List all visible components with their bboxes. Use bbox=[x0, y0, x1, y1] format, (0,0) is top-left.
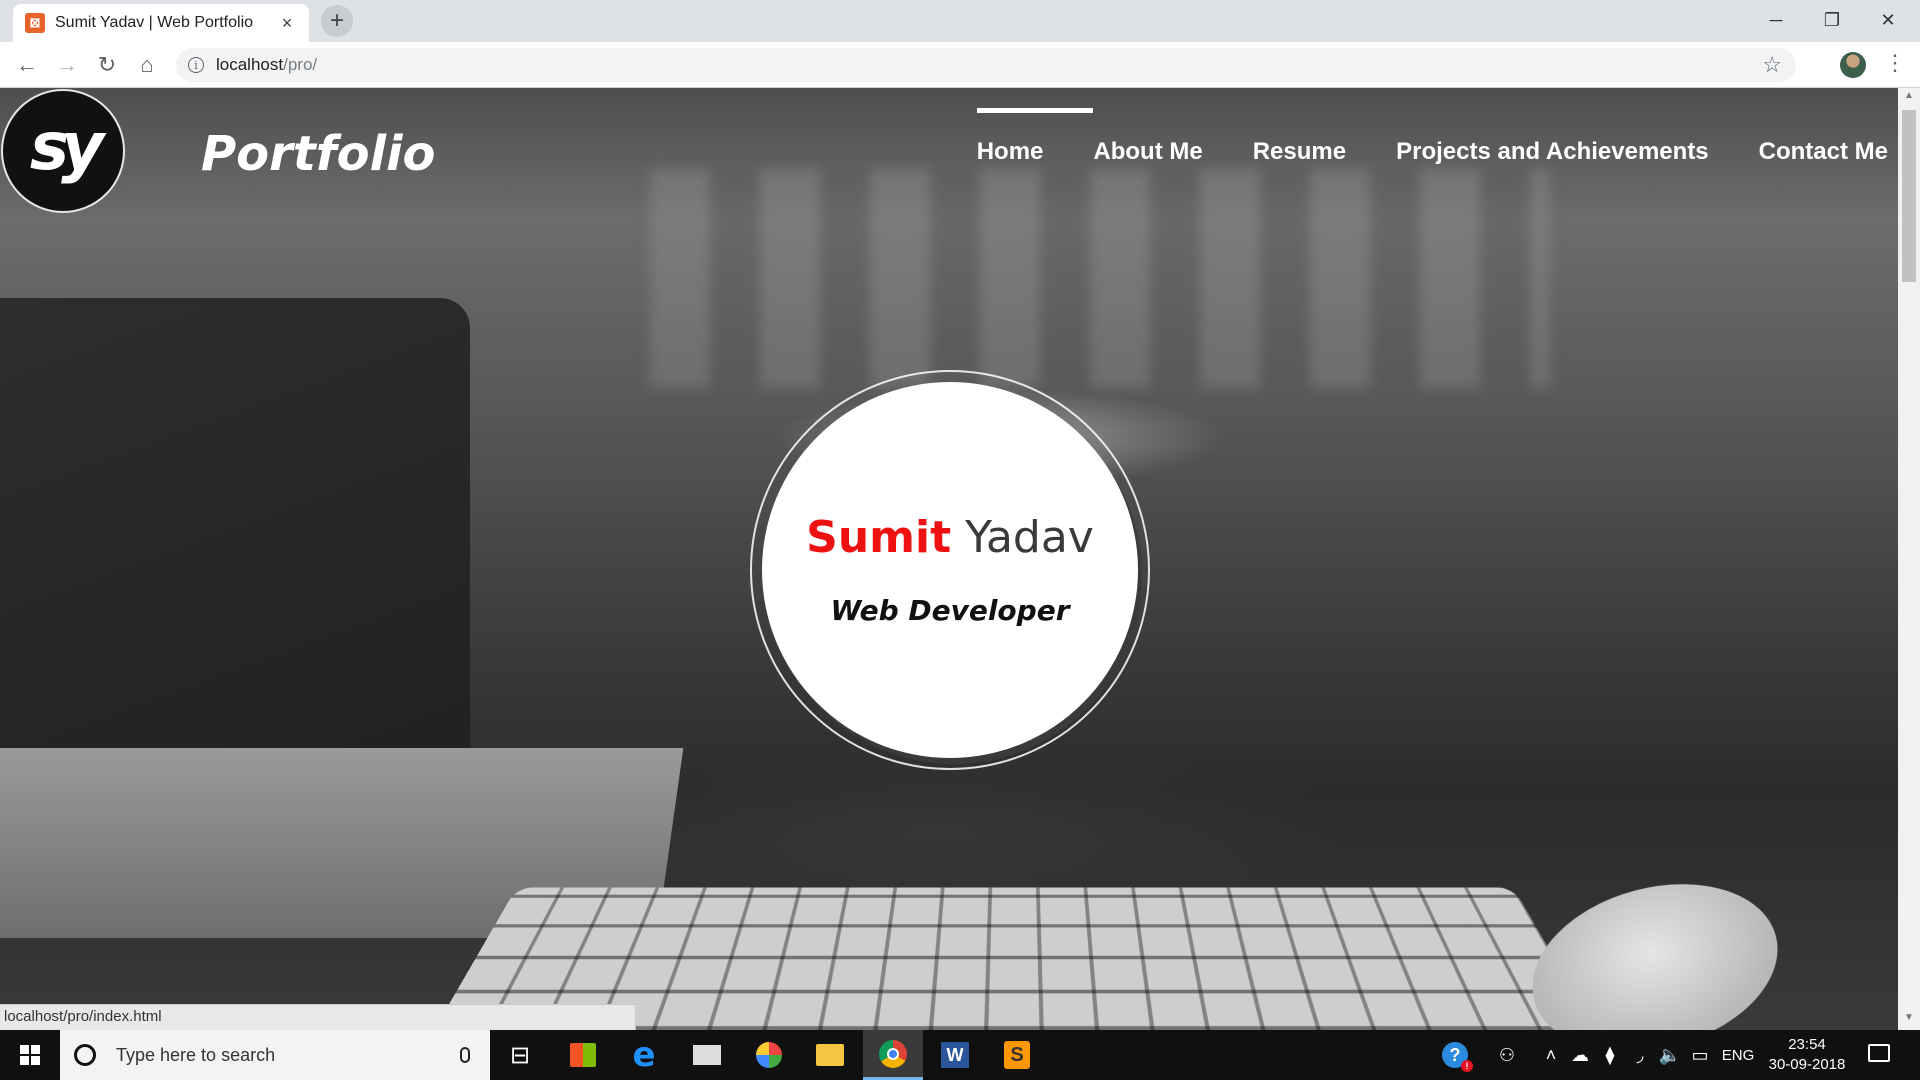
site-brand-title: Portfolio bbox=[201, 126, 436, 182]
nav-about-me[interactable]: About Me bbox=[1093, 108, 1202, 166]
forward-button[interactable]: → bbox=[52, 50, 82, 80]
word-icon[interactable]: W bbox=[925, 1030, 985, 1080]
help-icon[interactable]: ? bbox=[1438, 1030, 1473, 1080]
scroll-down-arrow-icon[interactable]: ▼ bbox=[1898, 1012, 1920, 1028]
windows-logo-icon bbox=[20, 1045, 40, 1065]
hero-name: Sumit Yadav bbox=[762, 512, 1138, 563]
task-view-icon[interactable]: ⊟ bbox=[490, 1030, 550, 1080]
tab-title: Sumit Yadav | Web Portfolio bbox=[55, 14, 254, 31]
wifi-icon[interactable]: ◞ bbox=[1626, 1030, 1654, 1080]
address-bar[interactable]: i localhost /pro/ ☆ bbox=[176, 48, 1796, 82]
url-host: localhost bbox=[216, 55, 284, 74]
page-scrollbar[interactable]: ▲ ▼ bbox=[1898, 88, 1920, 1030]
windows-taskbar: Type here to search ⊟ e W S ? ⚇ ˄ ☁ ⧫ ◞ … bbox=[0, 1030, 1920, 1080]
page-viewport: sy Portfolio Home About Me Resume Projec… bbox=[0, 88, 1898, 1030]
new-tab-button[interactable]: + bbox=[321, 5, 353, 37]
profile-avatar[interactable] bbox=[1840, 52, 1866, 78]
paint-icon[interactable] bbox=[739, 1030, 799, 1080]
browser-tab[interactable]: ⊠ Sumit Yadav | Web Portfolio × bbox=[13, 4, 309, 42]
scroll-up-arrow-icon[interactable]: ▲ bbox=[1898, 90, 1920, 106]
chrome-icon[interactable] bbox=[863, 1030, 923, 1080]
hero-role: Web Developer bbox=[830, 594, 1070, 627]
language-indicator[interactable]: ENG bbox=[1718, 1030, 1758, 1080]
cortana-icon bbox=[74, 1044, 96, 1066]
system-clock[interactable]: 23:54 30-09-2018 bbox=[1762, 1035, 1852, 1075]
nav-projects-and-achievements[interactable]: Projects and Achievements bbox=[1396, 108, 1709, 166]
chevron-up-icon[interactable]: ˄ bbox=[1538, 1030, 1564, 1080]
browser-menu-icon[interactable]: ⋮ bbox=[1884, 50, 1906, 76]
home-button[interactable]: ⌂ bbox=[132, 50, 162, 80]
close-tab-icon[interactable]: × bbox=[277, 13, 297, 34]
file-explorer-icon[interactable] bbox=[800, 1030, 860, 1080]
start-button[interactable] bbox=[0, 1030, 60, 1080]
edge-icon[interactable]: e bbox=[614, 1030, 674, 1080]
clock-time: 23:54 bbox=[1788, 1036, 1826, 1053]
dropbox-icon[interactable]: ⧫ bbox=[1596, 1030, 1624, 1080]
action-center-icon[interactable] bbox=[1868, 1044, 1890, 1062]
close-window-button[interactable]: ✕ bbox=[1860, 0, 1916, 40]
xampp-favicon-icon: ⊠ bbox=[25, 13, 45, 33]
volume-icon[interactable]: 🔈 bbox=[1656, 1030, 1684, 1080]
people-icon[interactable]: ⚇ bbox=[1490, 1030, 1524, 1080]
url-path: /pro/ bbox=[283, 55, 318, 74]
nav-contact-me[interactable]: Contact Me bbox=[1759, 108, 1888, 166]
logo-monogram: sy bbox=[29, 107, 104, 185]
microphone-icon[interactable] bbox=[460, 1047, 470, 1063]
restore-window-button[interactable]: ❐ bbox=[1804, 0, 1860, 40]
reload-button[interactable]: ↻ bbox=[92, 50, 122, 80]
site-info-icon[interactable]: i bbox=[188, 57, 204, 73]
onedrive-icon[interactable]: ☁ bbox=[1566, 1030, 1594, 1080]
search-placeholder: Type here to search bbox=[116, 1044, 276, 1065]
background-photo-window bbox=[650, 168, 1550, 388]
browser-toolbar: ← → ↻ ⌂ i localhost /pro/ ☆ ⋮ bbox=[0, 42, 1920, 88]
main-navigation: Home About Me Resume Projects and Achiev… bbox=[976, 108, 1888, 166]
hero-circle: Sumit Yadav Web Developer bbox=[762, 382, 1138, 758]
microsoft-store-icon[interactable] bbox=[553, 1030, 613, 1080]
bookmark-star-icon[interactable]: ☆ bbox=[1762, 52, 1782, 78]
background-photo-mouse bbox=[1513, 858, 1797, 1030]
nav-home[interactable]: Home bbox=[976, 108, 1093, 166]
link-status-bubble: localhost/pro/index.html bbox=[0, 1004, 636, 1030]
site-logo[interactable]: sy bbox=[1, 89, 125, 213]
hero-last-name: Yadav bbox=[965, 512, 1094, 563]
minimize-window-button[interactable]: ─ bbox=[1748, 0, 1804, 40]
mail-icon[interactable] bbox=[677, 1030, 737, 1080]
hero-first-name: Sumit bbox=[806, 512, 952, 563]
taskbar-search-box[interactable]: Type here to search bbox=[60, 1030, 490, 1080]
browser-tab-strip: ⊠ Sumit Yadav | Web Portfolio × + ─ ❐ ✕ bbox=[0, 0, 1920, 42]
back-button[interactable]: ← bbox=[12, 50, 42, 80]
battery-icon[interactable]: ▭ bbox=[1686, 1030, 1714, 1080]
nav-resume[interactable]: Resume bbox=[1253, 108, 1346, 166]
scrollbar-thumb[interactable] bbox=[1902, 110, 1916, 282]
clock-date: 30-09-2018 bbox=[1768, 1056, 1846, 1073]
sublime-text-icon[interactable]: S bbox=[987, 1030, 1047, 1080]
